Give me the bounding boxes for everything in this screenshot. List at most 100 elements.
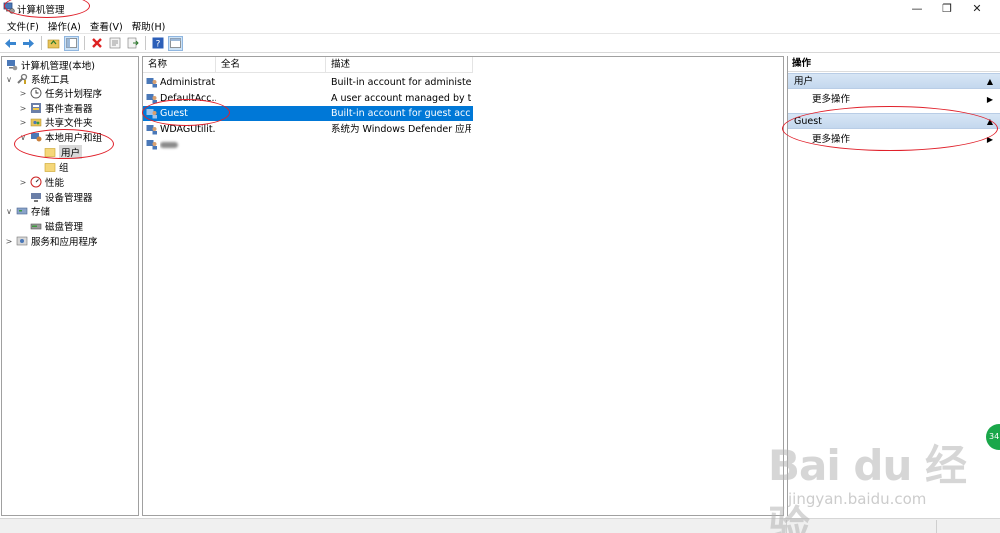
- computer-management-icon: [7, 60, 18, 71]
- submenu-arrow-icon: ▶: [986, 135, 993, 144]
- menu-view[interactable]: 查看(V): [87, 17, 129, 33]
- tree-item-computer-management[interactable]: 计算机管理(本地): [4, 58, 95, 72]
- user-name: Guest: [160, 108, 188, 119]
- more-actions-users[interactable]: 更多操作 ▶: [788, 92, 1000, 108]
- tree-item-device-manager[interactable]: 设备管理器: [18, 190, 93, 204]
- tree-item-label: 用户: [59, 145, 83, 159]
- user-name: Administrat...: [160, 77, 216, 88]
- collapse-triangle-icon[interactable]: ▲: [987, 114, 993, 130]
- toolbar-separator: [145, 36, 146, 50]
- expand-chevron-icon[interactable]: >: [4, 236, 14, 246]
- tree-item-system-tools[interactable]: ∨ 系统工具: [4, 72, 69, 86]
- menu-file[interactable]: 文件(F): [4, 17, 45, 33]
- user-description: 系统为 Windows Defender 应用...: [331, 124, 471, 135]
- show-hide-action-icon[interactable]: [168, 35, 183, 51]
- table-row[interactable]: Administrat... Built-in account for admi…: [143, 75, 473, 90]
- table-row-selected[interactable]: Guest Built-in account for guest acce...: [143, 106, 473, 121]
- watermark-logo: Bai du 经验: [768, 441, 967, 533]
- device-manager-icon: [31, 193, 41, 202]
- tree-item-storage[interactable]: ∨ 存储: [4, 204, 50, 219]
- actions-section-label: Guest: [794, 116, 822, 127]
- user-list-pane: 名称 全名 描述 Administrat... Built-in account…: [142, 56, 784, 516]
- expand-chevron-icon[interactable]: >: [18, 117, 28, 127]
- tree-item-label: 性能: [45, 178, 65, 189]
- tree-item-label: 本地用户和组: [45, 133, 103, 144]
- forward-icon[interactable]: [21, 36, 36, 51]
- table-row[interactable]: [143, 137, 473, 152]
- system-tools-icon: [17, 73, 28, 84]
- column-header-fullname[interactable]: 全名: [216, 57, 326, 73]
- user-fullname: [221, 106, 321, 121]
- show-hide-tree-icon[interactable]: [64, 35, 79, 51]
- svg-text:?: ?: [155, 40, 160, 50]
- disk-icon: [30, 223, 42, 230]
- maximize-button[interactable]: ❐: [932, 0, 962, 17]
- computer-management-icon: [3, 2, 15, 14]
- tree-item-label: 计算机管理(本地): [21, 61, 95, 72]
- tree-item-local-users-groups[interactable]: ∨ 本地用户和组: [18, 130, 103, 145]
- clock-icon: [30, 87, 42, 99]
- back-icon[interactable]: [3, 36, 18, 51]
- more-actions-label: 更多操作: [812, 134, 851, 145]
- column-header-description[interactable]: 描述: [326, 57, 473, 73]
- more-actions-guest[interactable]: 更多操作 ▶: [788, 132, 1000, 148]
- tree-item-label: 组: [59, 163, 69, 174]
- tree-item-disk-management[interactable]: 磁盘管理: [18, 219, 83, 233]
- help-icon[interactable]: ?: [150, 36, 165, 51]
- user-fullname: [221, 122, 321, 137]
- expand-chevron-icon[interactable]: >: [18, 177, 28, 187]
- export-icon[interactable]: [125, 36, 140, 51]
- storage-icon: [16, 207, 28, 215]
- user-description: Built-in account for administeri...: [331, 77, 471, 88]
- tree-item-label: 服务和应用程序: [31, 237, 98, 248]
- window-title: 计算机管理: [17, 5, 65, 16]
- services-icon: [16, 236, 28, 246]
- menu-bar: 文件(F) 操作(A) 查看(V) 帮助(H): [0, 17, 1000, 33]
- tree-item-shared-folders[interactable]: > 共享文件夹: [18, 115, 93, 130]
- column-header-name[interactable]: 名称: [143, 57, 216, 73]
- table-row[interactable]: WDAGUtilit... 系统为 Windows Defender 应用...: [143, 122, 473, 137]
- tree-item-groups[interactable]: 组: [32, 160, 69, 174]
- tree-item-users[interactable]: 用户: [32, 145, 83, 159]
- user-icon: [146, 94, 157, 104]
- title-bar: 计算机管理 — ❐ ✕: [0, 0, 1000, 17]
- close-button[interactable]: ✕: [962, 0, 992, 17]
- tree-item-label: 设备管理器: [45, 193, 93, 204]
- user-description: A user account managed by th...: [331, 93, 471, 104]
- expand-chevron-icon[interactable]: >: [18, 88, 28, 98]
- navigation-tree: 计算机管理(本地) ∨ 系统工具 > 任务计划程序 > 事件查看器 > 共享文件…: [1, 56, 139, 516]
- minimize-button[interactable]: —: [902, 0, 932, 17]
- tree-item-performance[interactable]: > 性能: [18, 175, 64, 189]
- tree-item-services-applications[interactable]: > 服务和应用程序: [4, 234, 98, 249]
- shared-folder-icon: [30, 118, 42, 127]
- actions-title: 操作: [788, 56, 1000, 72]
- properties-icon[interactable]: [107, 36, 122, 51]
- tree-expander: [32, 147, 42, 157]
- table-row[interactable]: DefaultAcc... A user account managed by …: [143, 91, 473, 106]
- tree-item-event-viewer[interactable]: > 事件查看器: [18, 101, 93, 115]
- delete-icon[interactable]: [89, 36, 104, 51]
- user-icon: [146, 125, 157, 135]
- up-folder-icon[interactable]: [46, 36, 61, 51]
- user-icon: [146, 109, 157, 119]
- user-name: WDAGUtilit...: [160, 124, 216, 135]
- user-name: DefaultAcc...: [160, 93, 216, 104]
- collapse-triangle-icon[interactable]: ▲: [987, 74, 993, 90]
- collapse-chevron-icon[interactable]: ∨: [4, 74, 14, 84]
- toolbar-separator: [41, 36, 42, 50]
- user-icon: [146, 140, 157, 150]
- menu-help[interactable]: 帮助(H): [129, 17, 172, 33]
- tree-item-label: 系统工具: [31, 75, 70, 86]
- tree-item-task-scheduler[interactable]: > 任务计划程序: [18, 86, 102, 100]
- collapse-chevron-icon[interactable]: ∨: [18, 132, 28, 142]
- actions-section-users[interactable]: 用户 ▲: [788, 73, 1000, 89]
- event-viewer-icon: [31, 103, 41, 113]
- toolbar: ?: [0, 33, 1000, 53]
- actions-section-guest[interactable]: Guest ▲: [788, 113, 1000, 129]
- more-actions-label: 更多操作: [812, 94, 851, 105]
- menu-action[interactable]: 操作(A): [45, 17, 87, 33]
- watermark-url: jingyan.baidu.com: [788, 490, 927, 508]
- expand-chevron-icon[interactable]: >: [18, 103, 28, 113]
- collapse-chevron-icon[interactable]: ∨: [4, 206, 14, 216]
- performance-icon: [30, 176, 42, 188]
